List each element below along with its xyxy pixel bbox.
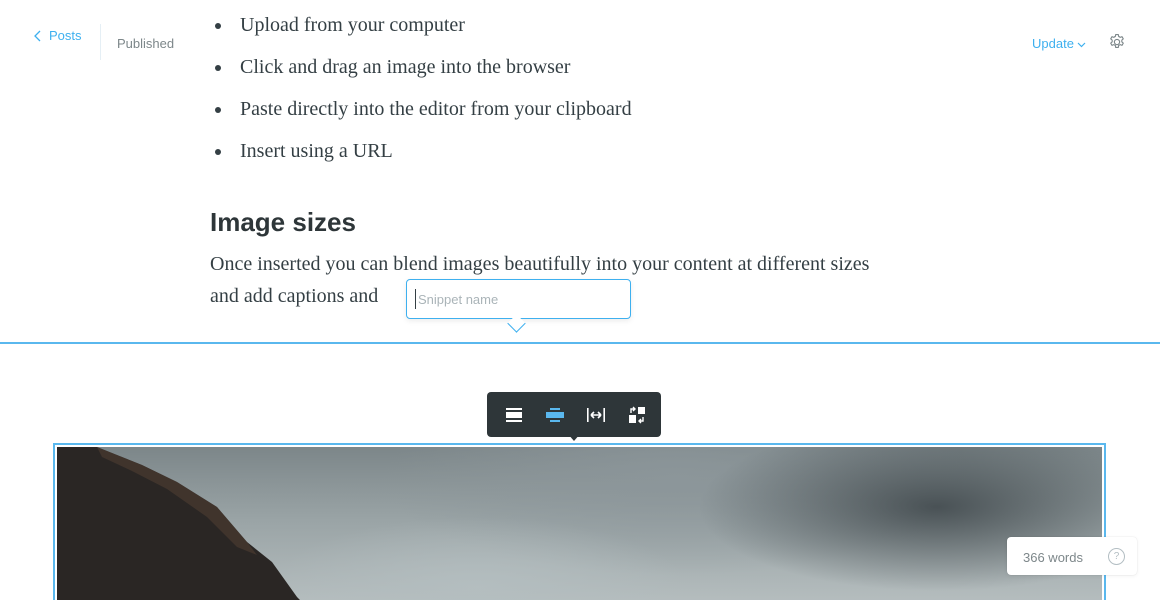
replace-image-button[interactable] (616, 392, 657, 437)
image-toolbar (487, 392, 661, 437)
full-width-button[interactable] (575, 392, 616, 437)
post-status: Published (117, 36, 175, 51)
popup-pointer (507, 314, 526, 333)
paragraph-line: Once inserted you can blend images beaut… (210, 253, 870, 275)
back-to-posts-link[interactable]: Posts (34, 28, 82, 43)
snippet-name-input[interactable] (415, 289, 618, 309)
section-heading: Image sizes (210, 207, 356, 237)
breadcrumb: Posts (34, 28, 82, 43)
word-count: 366 words (1023, 550, 1083, 565)
nav-divider (100, 24, 101, 60)
list-item: Paste directly into the editor from your… (210, 88, 632, 130)
snippet-popup (406, 279, 631, 333)
back-link-label: Posts (49, 28, 82, 43)
bullet-list: Upload from your computer Click and drag… (210, 4, 632, 172)
gear-icon[interactable] (1108, 33, 1126, 51)
chevron-left-icon (34, 30, 41, 41)
list-item: Upload from your computer (210, 4, 632, 46)
help-icon[interactable]: ? (1108, 548, 1125, 565)
list-item: Insert using a URL (210, 130, 632, 172)
wide-width-icon (545, 407, 564, 422)
regular-width-button[interactable] (493, 392, 534, 437)
image-card[interactable] (53, 443, 1106, 600)
toolbar-pointer (568, 434, 580, 441)
word-count-panel: 366 words ? (1007, 537, 1137, 575)
wide-width-button[interactable] (534, 392, 575, 437)
landscape-image (57, 447, 1102, 600)
full-width-icon (586, 407, 605, 422)
update-button-label: Update (1032, 36, 1074, 51)
chevron-down-icon (1077, 42, 1086, 47)
selection-line (0, 342, 1160, 344)
editor-page: Posts Published Update Upload from your … (0, 0, 1160, 600)
regular-width-icon (505, 407, 522, 422)
list-item: Click and drag an image into the browser (210, 46, 632, 88)
update-button[interactable]: Update (1032, 36, 1086, 51)
mountain-silhouette (57, 447, 300, 600)
replace-image-icon (628, 406, 645, 423)
